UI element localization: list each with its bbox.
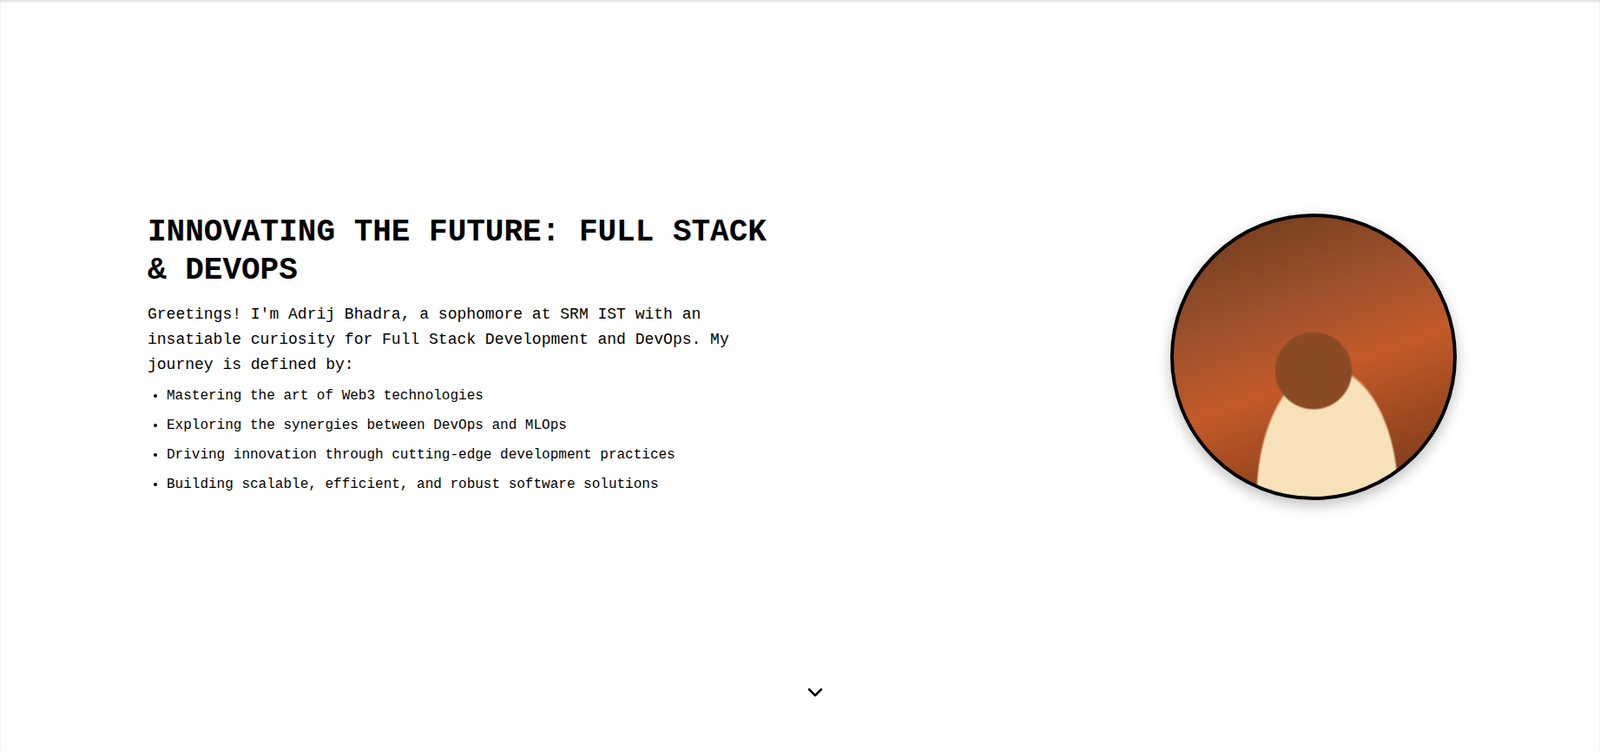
scroll-area [0, 678, 1600, 751]
point-item: Exploring the synergies between DevOps a… [166, 410, 791, 441]
profile-photo [1170, 213, 1457, 501]
hero-section: INNOVATING THE FUTURE: FULL STACK & DEVO… [0, 0, 1600, 679]
hero-text: INNOVATING THE FUTURE: FULL STACK & DEVO… [147, 213, 791, 500]
hero-title: INNOVATING THE FUTURE: FULL STACK & DEVO… [147, 213, 791, 290]
hero-intro: Greetings! I'm Adrij Bhadra, a sophomore… [147, 302, 791, 378]
scroll-down-button[interactable] [801, 678, 830, 706]
point-item: Driving innovation through cutting-edge … [166, 440, 791, 470]
page: INNOVATING THE FUTURE: FULL STACK & DEVO… [0, 0, 1600, 751]
point-list: Mastering the art of Web3 technologiesEx… [147, 381, 791, 500]
point-item: Building scalable, efficient, and robust… [166, 469, 791, 500]
chevron-down-icon [804, 681, 826, 703]
point-item: Mastering the art of Web3 technologies [166, 381, 791, 411]
